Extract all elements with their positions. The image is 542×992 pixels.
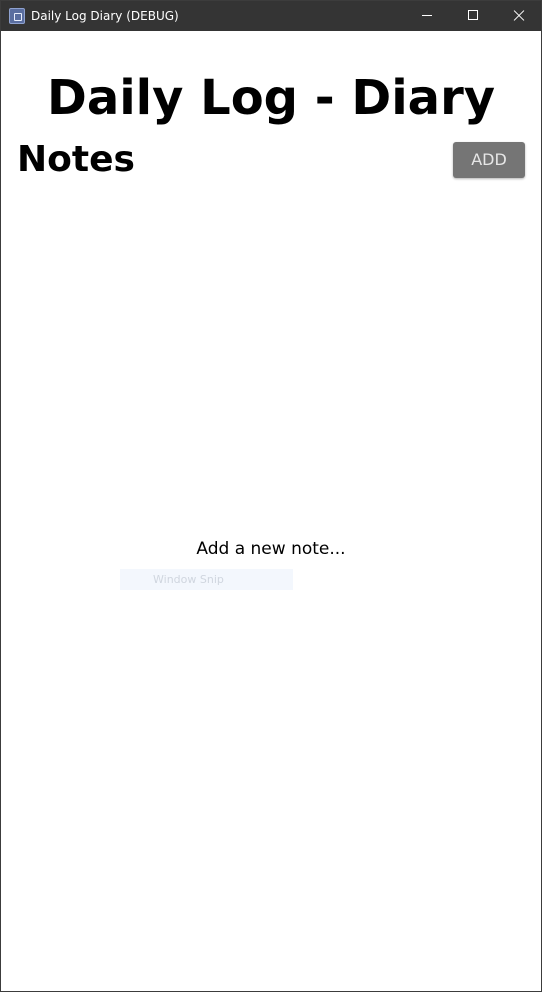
- window-title: Daily Log Diary (DEBUG): [31, 9, 179, 23]
- maximize-button[interactable]: [450, 1, 496, 31]
- close-button[interactable]: [496, 1, 542, 31]
- title-bar[interactable]: Daily Log Diary (DEBUG): [1, 1, 541, 31]
- add-note-button[interactable]: ADD: [453, 142, 525, 178]
- app-icon: [9, 8, 25, 24]
- notes-heading: Notes: [17, 139, 135, 180]
- page-title: Daily Log - Diary: [46, 70, 496, 126]
- window-snip-overlay: Window Snip: [120, 569, 293, 590]
- empty-notes-hint: Add a new note...: [196, 539, 346, 559]
- app-window: Daily Log Diary (DEBUG) Daily Log - Diar…: [0, 0, 542, 992]
- minimize-button[interactable]: [404, 1, 450, 31]
